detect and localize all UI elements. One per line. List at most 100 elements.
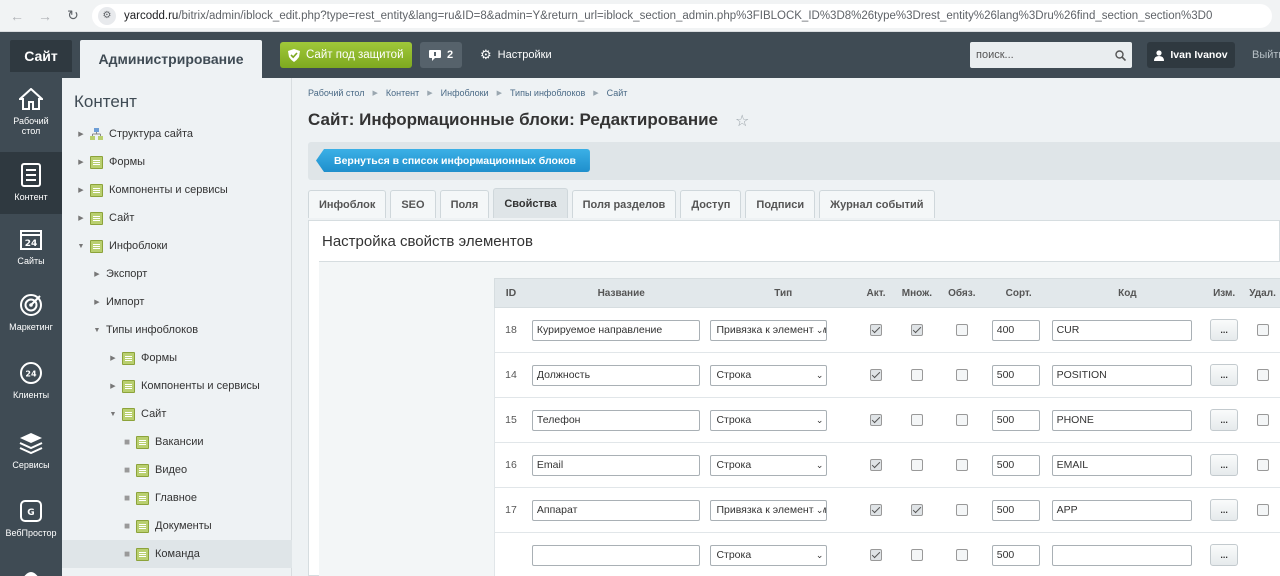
property-name-input[interactable]: Email: [531, 454, 700, 476]
active-checkbox[interactable]: [870, 504, 883, 516]
tree-item-iblock-types[interactable]: ▼ Типы инфоблоков: [62, 316, 292, 344]
required-checkbox[interactable]: [955, 324, 968, 336]
tree-item-type-site[interactable]: ▼ Сайт: [62, 400, 292, 428]
multiple-checkbox[interactable]: [910, 549, 923, 561]
chevron-right-icon[interactable]: ▶: [108, 354, 118, 362]
multiple-checkbox[interactable]: [910, 414, 923, 426]
address-bar[interactable]: ⚙ yarcodd.ru/bitrix/admin/iblock_edit.ph…: [92, 3, 1272, 28]
breadcrumb-link[interactable]: Сайт: [607, 88, 628, 98]
breadcrumb-link[interactable]: Инфоблоки: [441, 88, 489, 98]
search-input[interactable]: поиск...: [970, 42, 1132, 68]
tab-access[interactable]: Доступ: [680, 190, 742, 218]
edit-property-button[interactable]: ...: [1210, 364, 1239, 386]
menu-item-webprostor[interactable]: G ВебПростор: [0, 498, 62, 554]
sort-input[interactable]: 400: [991, 319, 1040, 341]
multiple-checkbox[interactable]: [910, 324, 923, 336]
property-type-select[interactable]: Привязка к элементам ⌄: [710, 319, 828, 341]
user-menu-button[interactable]: Ivan Ivanov: [1147, 42, 1235, 68]
tree-item-iblocks[interactable]: ▼ Инфоблоки: [62, 232, 292, 260]
menu-item-marketing[interactable]: Маркетинг: [0, 292, 62, 348]
property-name-input[interactable]: Аппарат: [531, 499, 700, 521]
forward-arrow-icon[interactable]: →: [34, 5, 56, 27]
tab-section-fields[interactable]: Поля разделов: [571, 190, 677, 218]
sort-input[interactable]: 500: [991, 364, 1040, 386]
tree-item-documents[interactable]: ■ Документы: [62, 512, 292, 540]
tree-item-vacancies[interactable]: ■ Вакансии: [62, 428, 292, 456]
delete-checkbox[interactable]: [1256, 504, 1269, 516]
property-type-select[interactable]: Строка ⌄: [710, 544, 828, 566]
property-name-input[interactable]: Телефон: [531, 409, 700, 431]
chevron-down-icon[interactable]: ▼: [92, 327, 102, 334]
tab-properties[interactable]: Свойства: [493, 188, 568, 218]
sort-input[interactable]: 500: [991, 454, 1040, 476]
property-type-select[interactable]: Строка ⌄: [710, 364, 828, 386]
tree-item-export[interactable]: ▶ Экспорт: [62, 260, 292, 288]
tab-fields[interactable]: Поля: [439, 190, 490, 218]
tab-event-log[interactable]: Журнал событий: [819, 190, 935, 218]
star-icon[interactable]: ☆: [735, 111, 749, 131]
chevron-right-icon[interactable]: ▶: [76, 186, 86, 194]
reload-icon[interactable]: ↻: [62, 5, 84, 27]
chevron-right-icon[interactable]: ▶: [92, 270, 102, 278]
site-info-icon[interactable]: ⚙: [98, 6, 116, 25]
chevron-right-icon[interactable]: ▶: [108, 382, 118, 390]
logout-link[interactable]: Выйти: [1252, 42, 1280, 68]
edit-property-button[interactable]: ...: [1210, 544, 1239, 566]
tree-item-main[interactable]: ■ Главное: [62, 484, 292, 512]
required-checkbox[interactable]: [955, 549, 968, 561]
sort-input[interactable]: 500: [991, 499, 1040, 521]
menu-item-more[interactable]: [0, 564, 62, 576]
edit-property-button[interactable]: ...: [1210, 319, 1239, 341]
search-icon[interactable]: [1115, 49, 1126, 61]
active-checkbox[interactable]: [870, 414, 883, 426]
property-name-input[interactable]: Курируемое направление: [531, 319, 700, 341]
multiple-checkbox[interactable]: [910, 459, 923, 471]
back-to-list-button[interactable]: Вернуться в список информационных блоков: [316, 149, 590, 172]
chevron-down-icon[interactable]: ▼: [108, 411, 118, 418]
delete-checkbox[interactable]: [1256, 459, 1269, 471]
multiple-checkbox[interactable]: [910, 369, 923, 381]
tab-seo[interactable]: SEO: [390, 190, 436, 218]
tree-item-forms[interactable]: ▶ Формы: [62, 148, 292, 176]
tab-captions[interactable]: Подписи: [745, 190, 816, 218]
menu-item-services[interactable]: Сервисы: [0, 430, 62, 486]
breadcrumb-link[interactable]: Типы инфоблоков: [510, 88, 585, 98]
required-checkbox[interactable]: [955, 504, 968, 516]
notifications-button[interactable]: 2: [420, 42, 462, 68]
tree-item-type-forms[interactable]: ▶ Формы: [62, 344, 292, 372]
active-checkbox[interactable]: [870, 324, 883, 336]
chevron-right-icon[interactable]: ▶: [76, 130, 86, 138]
tree-item-type-components[interactable]: ▶ Компоненты и сервисы: [62, 372, 292, 400]
required-checkbox[interactable]: [955, 459, 968, 471]
property-name-input[interactable]: [531, 544, 700, 566]
settings-link[interactable]: ⚙ Настройки: [480, 42, 552, 68]
sort-input[interactable]: 500: [991, 544, 1040, 566]
site-secure-button[interactable]: Сайт под защитой: [280, 42, 412, 68]
required-checkbox[interactable]: [955, 414, 968, 426]
edit-property-button[interactable]: ...: [1210, 499, 1239, 521]
chevron-right-icon[interactable]: ▶: [76, 158, 86, 166]
property-type-select[interactable]: Строка ⌄: [710, 409, 828, 431]
tree-item-components[interactable]: ▶ Компоненты и сервисы: [62, 176, 292, 204]
tree-item-import[interactable]: ▶ Импорт: [62, 288, 292, 316]
tree-item-site-structure[interactable]: ▶ Структура сайта: [62, 120, 292, 148]
multiple-checkbox[interactable]: [910, 504, 923, 516]
code-input[interactable]: [1051, 544, 1192, 566]
menu-item-content[interactable]: Контент: [0, 152, 62, 214]
property-name-input[interactable]: Должность: [531, 364, 700, 386]
tab-iblock[interactable]: Инфоблок: [308, 190, 387, 218]
tree-item-team[interactable]: ■ Команда: [62, 540, 292, 568]
chevron-right-icon[interactable]: ▶: [76, 214, 86, 222]
delete-checkbox[interactable]: [1256, 369, 1269, 381]
back-arrow-icon[interactable]: ←: [6, 5, 28, 27]
code-input[interactable]: EMAIL: [1051, 454, 1192, 476]
menu-item-sites[interactable]: 24 Сайты: [0, 226, 62, 282]
property-type-select[interactable]: Привязка к элементам ⌄: [710, 499, 828, 521]
admin-tab[interactable]: Администрирование: [80, 40, 262, 78]
property-type-select[interactable]: Строка ⌄: [710, 454, 828, 476]
code-input[interactable]: PHONE: [1051, 409, 1192, 431]
breadcrumb-link[interactable]: Контент: [386, 88, 419, 98]
required-checkbox[interactable]: [955, 369, 968, 381]
sort-input[interactable]: 500: [991, 409, 1040, 431]
edit-property-button[interactable]: ...: [1210, 409, 1239, 431]
